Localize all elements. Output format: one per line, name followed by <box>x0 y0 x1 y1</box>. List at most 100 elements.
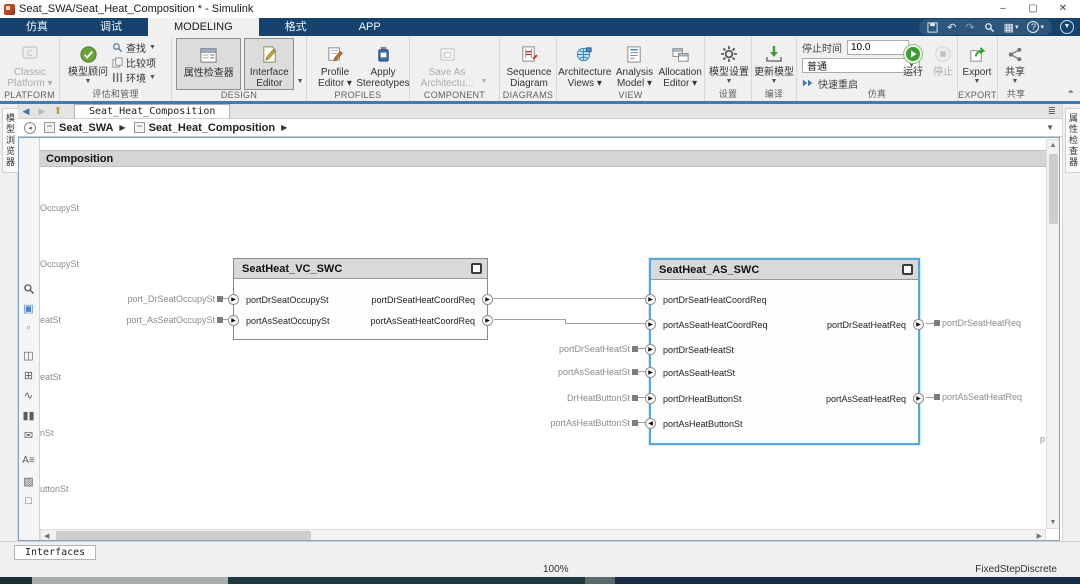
scroll-up-icon[interactable]: ▲ <box>1047 142 1059 149</box>
empty-box-icon[interactable]: □ <box>18 495 39 507</box>
vertical-scrollbar[interactable]: ▲ ▼ <box>1046 139 1060 529</box>
nav-up-icon[interactable]: ⬆ <box>50 104 66 118</box>
signal-icon[interactable]: ∿ <box>18 389 39 402</box>
allocation-editor-button[interactable]: Allocation Editor ▾ <box>656 38 704 90</box>
tab-list-icon[interactable]: ≣ <box>1048 106 1056 117</box>
ext-port-label[interactable]: portDrSeatHeatReq <box>942 317 1021 329</box>
connection-wire[interactable] <box>494 319 565 320</box>
vertical-scroll-thumb[interactable] <box>1049 154 1058 224</box>
tab-format[interactable]: 格式 <box>259 18 333 36</box>
browse-icon[interactable]: ◂ <box>24 122 36 134</box>
tab-simulation[interactable]: 仿真 <box>0 18 74 36</box>
block-header[interactable]: SeatHeat_AS_SWC <box>651 260 918 280</box>
interfaces-tab[interactable]: Interfaces <box>14 545 96 560</box>
output-port[interactable]: portAsSeatHeatReq▶ <box>826 393 906 405</box>
tab-modeling[interactable]: MODELING <box>148 18 259 36</box>
screenshot-icon[interactable]: ▣ <box>18 302 39 315</box>
help-icon[interactable]: ?▾ <box>1027 21 1044 33</box>
model-advisor-button[interactable]: 模型顾问 ▼ <box>64 38 112 90</box>
breadcrumb-root[interactable]: Seat_SWA <box>59 122 113 134</box>
environment-button[interactable]: 环境▼ <box>112 70 156 85</box>
ext-port-label[interactable]: portAsHeatButtonSt <box>495 417 630 429</box>
component-seatheat-as-swc[interactable]: SeatHeat_AS_SWC ▶portDrSeatHeatCoordReq … <box>649 258 920 445</box>
profile-editor-button[interactable]: Profile Editor ▾ <box>313 38 357 90</box>
nav-back-icon[interactable]: ◀ <box>18 104 34 118</box>
block-header[interactable]: SeatHeat_VC_SWC <box>234 259 487 279</box>
ext-port-label[interactable]: portDrSeatHeatSt <box>495 343 630 355</box>
solver-name[interactable]: FixedStepDiscrete <box>975 564 1057 575</box>
bus-icon[interactable]: ▮▮ <box>18 409 39 422</box>
analysis-model-button[interactable]: Analysis Model ▾ <box>613 38 657 90</box>
interface-editor-button[interactable]: Interface Editor <box>244 38 294 90</box>
horizontal-scroll-thumb[interactable] <box>56 531 311 540</box>
output-port[interactable]: portDrSeatHeatReq▶ <box>827 319 906 331</box>
redo-icon[interactable]: ↷ <box>965 21 974 34</box>
simulink-app-icon <box>4 4 15 15</box>
breadcrumb-current[interactable]: Seat_Heat_Composition <box>149 122 276 134</box>
property-inspector-tab[interactable]: 属性检查器 <box>1065 108 1080 173</box>
zoom-icon[interactable] <box>18 283 39 295</box>
tab-app[interactable]: APP <box>333 18 407 36</box>
ext-port-label[interactable]: portAsSeatHeatSt <box>495 366 630 378</box>
output-port-left[interactable]: ◀portAsHeatButtonSt <box>663 418 743 430</box>
scroll-left-icon[interactable]: ◀ <box>44 532 49 540</box>
scroll-down-icon[interactable]: ▼ <box>1047 519 1059 526</box>
find-button[interactable]: 查找▼ <box>112 40 156 55</box>
component-seatheat-vc-swc[interactable]: SeatHeat_VC_SWC ▶portDrSeatOccupySt ▶por… <box>233 258 488 340</box>
connection-wire[interactable] <box>494 298 649 299</box>
model-browser-tab[interactable]: 模型浏览器 <box>2 108 19 173</box>
ext-port-label[interactable]: DrHeatButtonSt <box>495 392 630 404</box>
update-model-button[interactable]: 更新模型 ▼ <box>752 38 796 90</box>
small-region-icon[interactable]: ▫ <box>18 322 39 332</box>
input-port[interactable]: ▶portDrSeatHeatCoordReq <box>663 294 767 306</box>
component-gallery-caret[interactable]: ▼ <box>478 39 490 89</box>
group-simulate: 停止时间 普通 ▼ 快速重启 运行 停止 仿真 <box>797 36 958 101</box>
mail-icon[interactable]: ✉ <box>18 429 39 442</box>
breadcrumb-dropdown-icon[interactable]: ▼ <box>1046 123 1054 132</box>
group-label-platform: PLATFORM <box>0 90 59 100</box>
subsystem-icon[interactable]: ◫ <box>18 349 39 362</box>
input-port[interactable]: ▶portAsSeatHeatCoordReq <box>663 319 768 331</box>
undo-icon[interactable]: ↶ <box>947 21 956 34</box>
search-icon[interactable] <box>984 22 995 33</box>
connection-wire[interactable] <box>565 323 649 324</box>
model-settings-button[interactable]: 模型设置 ▼ <box>707 38 751 90</box>
horizontal-scrollbar[interactable]: ◀ ▶ <box>40 529 1046 541</box>
diagram-canvas[interactable]: Composition OccupySt OccupySt eatSt eatS… <box>40 137 1046 529</box>
save-icon[interactable] <box>927 22 938 33</box>
maximize-button[interactable]: ▢ <box>1018 1 1048 17</box>
breadcrumb-sep-icon[interactable]: ▶ <box>119 123 125 132</box>
ext-port-label[interactable]: port_AsSeatOccupySt <box>80 314 215 326</box>
close-button[interactable]: ✕ <box>1048 1 1078 17</box>
input-port[interactable]: ▶portDrSeatOccupySt <box>246 294 329 306</box>
breadcrumb-sep2-icon[interactable]: ▶ <box>281 123 287 132</box>
output-port[interactable]: portAsSeatHeatCoordReq▶ <box>370 315 475 327</box>
labeled-box-icon[interactable]: ⊞ <box>18 369 39 382</box>
apply-stereotypes-button[interactable]: Apply Stereotypes <box>357 38 409 90</box>
ext-port-label[interactable]: portAsSeatHeatReq <box>942 391 1022 403</box>
export-button[interactable]: Export ▼ <box>958 38 996 90</box>
sequence-diagram-button[interactable]: Sequence Diagram <box>503 38 555 90</box>
compare-button[interactable]: 比较项 <box>112 55 156 70</box>
design-gallery-caret[interactable]: ▼ <box>294 39 306 89</box>
share-button[interactable]: 共享 ▼ <box>998 38 1032 90</box>
image-icon[interactable]: ▨ <box>18 475 39 488</box>
group-label-export: EXPORT <box>958 90 997 100</box>
input-port[interactable]: ▶portDrSeatHeatSt <box>663 344 734 356</box>
tab-debug[interactable]: 调试 <box>74 18 148 36</box>
annotation-icon[interactable]: A≡ <box>18 455 39 466</box>
input-port[interactable]: ▶portAsSeatOccupySt <box>246 315 330 327</box>
property-inspector-button[interactable]: 属性检查器 <box>176 38 241 90</box>
toolstrip-options-icon[interactable]: ▼ <box>1060 20 1074 34</box>
layout-icon[interactable]: ▦▾ <box>1004 21 1019 34</box>
input-port[interactable]: ▶portDrHeatButtonSt <box>663 393 742 405</box>
input-port[interactable]: ▶portAsSeatHeatSt <box>663 367 735 379</box>
document-tab[interactable]: Seat_Heat_Composition <box>74 104 230 118</box>
architecture-views-button[interactable]: Architecture Views ▾ <box>557 38 613 90</box>
collapse-ribbon-icon[interactable]: ⏶ <box>1068 87 1074 97</box>
scroll-right-icon[interactable]: ▶ <box>1037 532 1042 540</box>
run-button[interactable]: 运行 <box>897 38 929 90</box>
output-port[interactable]: portDrSeatHeatCoordReq▶ <box>371 294 475 306</box>
ext-port-label[interactable]: port_DrSeatOccupySt <box>80 293 215 305</box>
minimize-button[interactable]: – <box>988 1 1018 17</box>
